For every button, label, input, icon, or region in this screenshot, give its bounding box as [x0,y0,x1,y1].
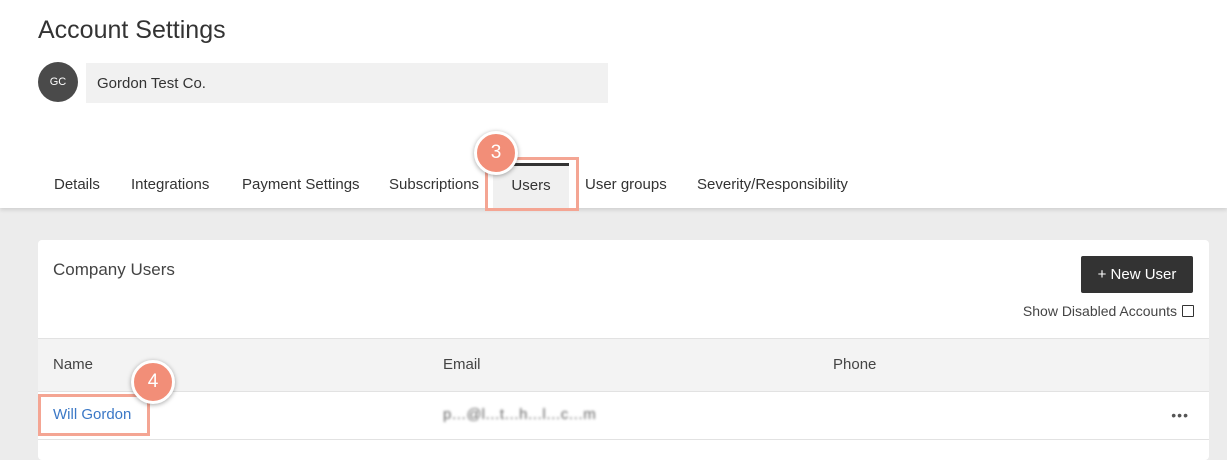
page-title: Account Settings [38,16,226,44]
tab-details[interactable]: Details [54,163,100,208]
more-horizontal-icon[interactable]: ••• [1171,406,1189,424]
header-section: Account Settings GC Gordon Test Co. Deta… [0,0,1227,208]
show-disabled-checkbox[interactable] [1182,305,1194,317]
company-users-panel: Company Users + New User Show Disabled A… [38,240,1209,460]
column-header-phone[interactable]: Phone [833,339,876,391]
show-disabled-label: Show Disabled Accounts [1022,303,1177,319]
new-user-button[interactable]: + New User [1081,256,1193,293]
company-name-field[interactable]: Gordon Test Co. [86,63,608,103]
column-header-email[interactable]: Email [443,339,481,391]
column-header-name[interactable]: Name [53,339,93,391]
callout-step-4: 4 [131,360,175,404]
avatar: GC [38,62,78,102]
tab-severity-responsibility[interactable]: Severity/Responsibility [697,163,848,208]
user-name-link[interactable]: Will Gordon [53,392,131,438]
panel-title: Company Users [53,260,175,279]
callout-step-3: 3 [474,131,518,175]
table-header: Name Email Phone [38,338,1209,392]
table-row: Will Gordon p…@l…t…h…l…c…m ••• [38,392,1209,440]
tab-payment-settings[interactable]: Payment Settings [242,163,360,208]
show-disabled-toggle[interactable]: Show Disabled Accounts [1023,303,1194,319]
tab-user-groups[interactable]: User groups [585,163,667,208]
user-email: p…@l…t…h…l…c…m [443,406,596,423]
tab-subscriptions[interactable]: Subscriptions [389,163,479,208]
tab-integrations[interactable]: Integrations [131,163,209,208]
tab-bar: Details Integrations Payment Settings Su… [0,163,1227,208]
